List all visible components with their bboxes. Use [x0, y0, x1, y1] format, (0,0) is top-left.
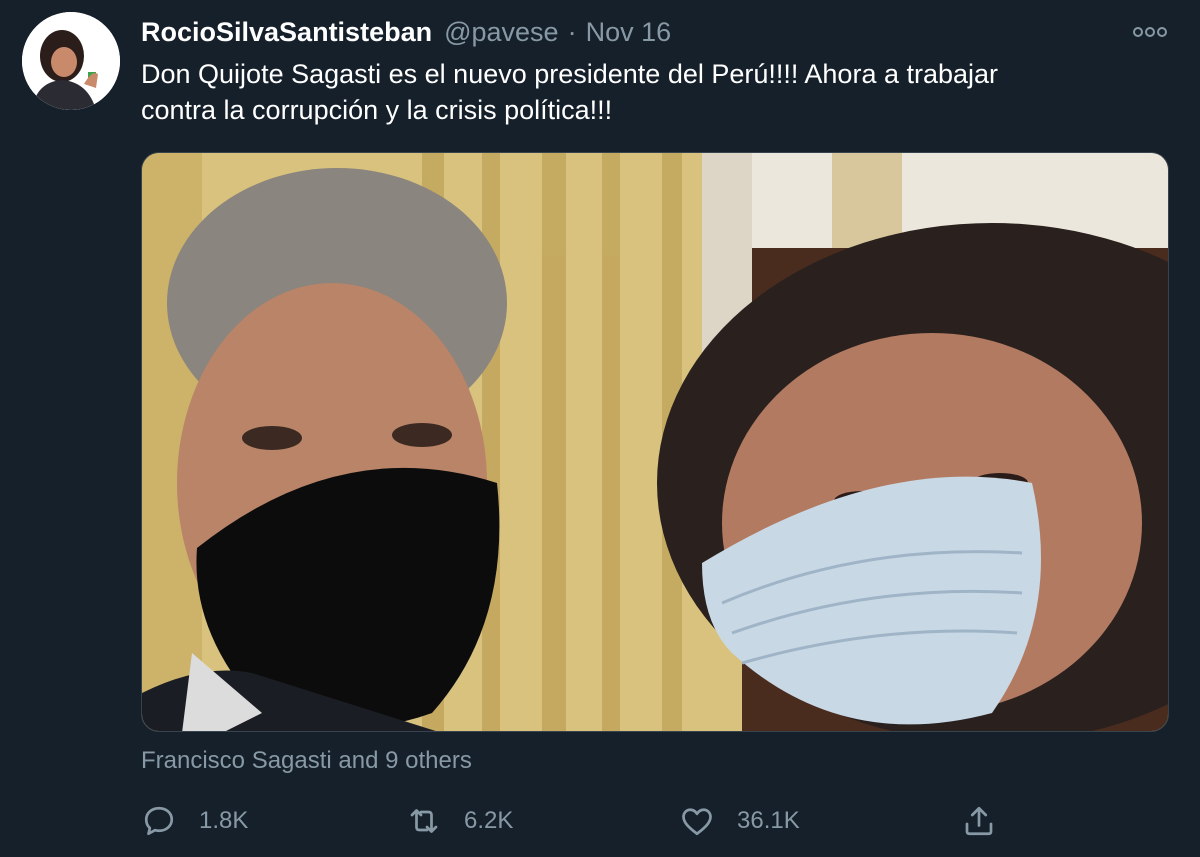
share-icon: [965, 806, 993, 836]
share-button[interactable]: [961, 798, 997, 844]
like-button[interactable]: 36.1K: [679, 798, 800, 844]
more-options-button[interactable]: [1128, 20, 1172, 44]
separator-dot: ·: [567, 17, 577, 47]
tweet-header: RocioSilvaSantisteban @pavese · Nov 16: [141, 14, 671, 50]
avatar-photo: [22, 12, 120, 110]
retweet-count: 6.2K: [464, 807, 514, 834]
display-name[interactable]: RocioSilvaSantisteban: [141, 14, 432, 50]
tweet-photo[interactable]: [141, 152, 1169, 732]
tweet-text-line: contra la corrupción y la crisis polític…: [141, 95, 613, 125]
more-options-icon: [1133, 27, 1167, 37]
tweet-text-line: Don Quijote Sagasti es el nuevo presiden…: [141, 59, 999, 89]
retweet-icon: [410, 809, 438, 833]
tagged-users-link[interactable]: Francisco Sagasti and 9 others: [141, 744, 472, 778]
tweet-text: Don Quijote Sagasti es el nuevo presiden…: [141, 56, 1161, 128]
user-handle[interactable]: @pavese: [444, 14, 558, 50]
retweet-button[interactable]: 6.2K: [406, 798, 513, 844]
heart-icon: [682, 808, 712, 836]
like-count: 36.1K: [737, 807, 800, 834]
selfie-image: [142, 153, 1168, 731]
tweet-date[interactable]: Nov 16: [586, 14, 672, 50]
tweet-actions: 1.8K 6.2K 36.1K: [141, 798, 1169, 844]
reply-icon: [144, 806, 174, 836]
reply-button[interactable]: 1.8K: [141, 798, 248, 844]
reply-count: 1.8K: [199, 807, 249, 834]
avatar[interactable]: [22, 12, 120, 110]
